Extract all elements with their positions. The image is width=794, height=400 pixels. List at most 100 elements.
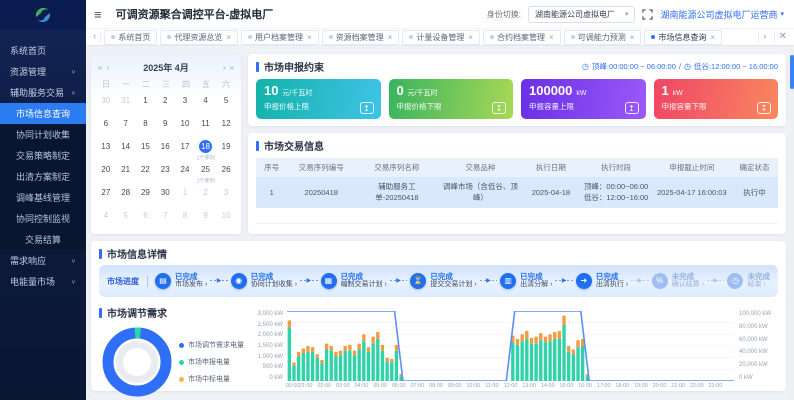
calendar-day-1[interactable]: 1: [136, 92, 156, 115]
tab-市场信息查询[interactable]: 市场信息查询×: [644, 30, 722, 45]
calendar-day-20[interactable]: 20: [96, 161, 116, 184]
tab-代理资源总览[interactable]: 代理资源总览×: [160, 30, 238, 45]
sidebar-item-市场信息查询[interactable]: 市场信息查询: [0, 103, 86, 124]
step-label[interactable]: 提交交易计划 ›: [430, 281, 476, 289]
calendar-day-2[interactable]: 2: [195, 184, 216, 207]
calendar-day-1[interactable]: 1: [175, 184, 195, 207]
progress-step-市场发布[interactable]: ▤已完成市场发布 ›: [155, 273, 207, 290]
tabs-scroll-left[interactable]: ‹: [89, 32, 101, 42]
legend-item-市场调节需求电量[interactable]: 市场调节需求电量: [179, 340, 244, 350]
calendar-day-30[interactable]: 30: [155, 184, 175, 207]
calendar-day-31[interactable]: 31: [116, 92, 136, 115]
calendar-day-10[interactable]: 10: [216, 207, 236, 230]
calendar-day-26[interactable]: 26: [216, 161, 236, 184]
table-row[interactable]: 120250418辅助服务工单-20250418调峰市场（含低谷、顶峰）2025…: [256, 177, 778, 208]
calendar-day-2[interactable]: 2: [155, 92, 175, 115]
sidebar-item-辅助服务交易[interactable]: 辅助服务交易∧: [0, 82, 86, 103]
tab-close-icon[interactable]: ×: [630, 33, 635, 42]
step-label[interactable]: 市场发布 ›: [175, 281, 207, 289]
calendar-day-12[interactable]: 12: [216, 115, 236, 138]
calendar-day-10[interactable]: 10: [175, 115, 195, 138]
tab-close-icon[interactable]: ×: [388, 33, 393, 42]
tab-close-icon[interactable]: ×: [549, 33, 554, 42]
calendar-day-3[interactable]: 3: [216, 184, 236, 207]
sidebar-item-需求响应[interactable]: 需求响应∨: [0, 250, 86, 271]
tab-可调能力预测[interactable]: 可调能力预测×: [564, 30, 642, 45]
calendar-day-25[interactable]: 251个序列: [195, 161, 216, 184]
calendar-day-4[interactable]: 4: [96, 207, 116, 230]
fullscreen-icon[interactable]: [642, 9, 653, 20]
calendar-day-7[interactable]: 7: [116, 115, 136, 138]
scrollbar-thumb[interactable]: [790, 55, 794, 89]
calendar-day-8[interactable]: 8: [175, 207, 195, 230]
progress-step-确认结算[interactable]: %未完成确认结算 ›: [652, 273, 704, 290]
step-label[interactable]: 确认结算 ›: [672, 281, 704, 289]
progress-step-出清分解[interactable]: ▥已完成出清分解 ›: [500, 273, 552, 290]
calendar-day-14[interactable]: 14: [116, 138, 136, 161]
calendar-day-8[interactable]: 8: [136, 115, 156, 138]
calendar-day-24[interactable]: 24: [175, 161, 195, 184]
progress-step-编制交易计划[interactable]: ▦已完成编制交易计划 ›: [321, 273, 387, 290]
calendar-next-month-button[interactable]: ›: [221, 63, 228, 72]
legend-item-市场申报电量[interactable]: 市场申报电量: [179, 357, 244, 367]
tab-系统首页[interactable]: 系统首页: [104, 30, 157, 45]
calendar-day-27[interactable]: 27: [96, 184, 116, 207]
step-label[interactable]: 出清分解 ›: [520, 281, 552, 289]
calendar-day-9[interactable]: 9: [195, 207, 216, 230]
calendar-day-3[interactable]: 3: [175, 92, 195, 115]
legend-item-市场中标电量[interactable]: 市场中标电量: [179, 374, 244, 384]
sidebar-item-资源管理[interactable]: 资源管理∨: [0, 61, 86, 82]
tab-资源档案管理[interactable]: 资源档案管理×: [322, 30, 400, 45]
scrollbar-track[interactable]: [790, 47, 794, 400]
calendar-day-30[interactable]: 30: [96, 92, 116, 115]
tabs-scroll-right[interactable]: ›: [758, 32, 770, 42]
calendar-day-4[interactable]: 4: [195, 92, 216, 115]
calendar-next-year-button[interactable]: »: [228, 63, 236, 72]
step-label[interactable]: 协同计划收集 ›: [251, 281, 297, 289]
tab-合约档案管理[interactable]: 合约档案管理×: [483, 30, 561, 45]
sidebar-item-协同计划收集[interactable]: 协同计划收集: [0, 124, 86, 145]
calendar-day-6[interactable]: 6: [96, 115, 116, 138]
calendar-day-5[interactable]: 5: [216, 92, 236, 115]
progress-step-出清执行[interactable]: ➜已完成出清执行 ›: [576, 273, 628, 290]
tab-计量设备管理[interactable]: 计量设备管理×: [402, 30, 480, 45]
menu-toggle-icon[interactable]: ≡: [94, 7, 102, 22]
calendar-day-13[interactable]: 13: [96, 138, 116, 161]
calendar-day-21[interactable]: 21: [116, 161, 136, 184]
tab-close-icon[interactable]: ×: [710, 33, 715, 42]
calendar-day-11[interactable]: 11: [195, 115, 216, 138]
calendar-day-6[interactable]: 6: [136, 207, 156, 230]
progress-step-提交交易计划[interactable]: ⌛已完成提交交易计划 ›: [410, 273, 476, 290]
tab-用户档案管理[interactable]: 用户档案管理×: [241, 30, 319, 45]
sidebar-item-交易结算[interactable]: 交易结算: [0, 229, 86, 250]
calendar-day-9[interactable]: 9: [155, 115, 175, 138]
calendar-day-23[interactable]: 23: [155, 161, 175, 184]
tab-close-icon[interactable]: ×: [468, 33, 473, 42]
sidebar-item-出清方案制定[interactable]: 出清方案制定: [0, 166, 86, 187]
calendar-day-17[interactable]: 17: [175, 138, 195, 161]
sidebar-item-调峰基线管理[interactable]: 调峰基线管理: [0, 187, 86, 208]
progress-step-协同计划收集[interactable]: ◉已完成协同计划收集 ›: [231, 273, 297, 290]
calendar-prev-month-button[interactable]: ‹: [104, 63, 111, 72]
calendar-day-22[interactable]: 22: [136, 161, 156, 184]
calendar-day-19[interactable]: 19: [216, 138, 236, 161]
calendar-day-16[interactable]: 16: [155, 138, 175, 161]
calendar-prev-year-button[interactable]: «: [96, 63, 104, 72]
tabs-close-all[interactable]: ✕: [774, 32, 791, 42]
calendar-day-7[interactable]: 7: [155, 207, 175, 230]
calendar-day-18[interactable]: 181个序列: [195, 138, 216, 161]
tab-close-icon[interactable]: ×: [307, 33, 312, 42]
tab-close-icon[interactable]: ×: [226, 33, 231, 42]
step-label[interactable]: 出清执行 ›: [596, 281, 628, 289]
calendar-day-29[interactable]: 29: [136, 184, 156, 207]
step-label[interactable]: 编制交易计划 ›: [341, 281, 387, 289]
calendar-day-5[interactable]: 5: [116, 207, 136, 230]
calendar-day-28[interactable]: 28: [116, 184, 136, 207]
user-menu[interactable]: 湖南能源公司虚拟电厂运营商 ▾: [660, 8, 784, 21]
sidebar-item-电能量市场[interactable]: 电能量市场∨: [0, 271, 86, 292]
calendar-day-15[interactable]: 15: [136, 138, 156, 161]
step-label[interactable]: 结束 ›: [747, 281, 770, 289]
progress-step-结束[interactable]: ◷未完成结束 ›: [727, 273, 770, 290]
sidebar-item-协同控制监视[interactable]: 协同控制监视: [0, 208, 86, 229]
sidebar-item-交易策略制定[interactable]: 交易策略制定: [0, 145, 86, 166]
